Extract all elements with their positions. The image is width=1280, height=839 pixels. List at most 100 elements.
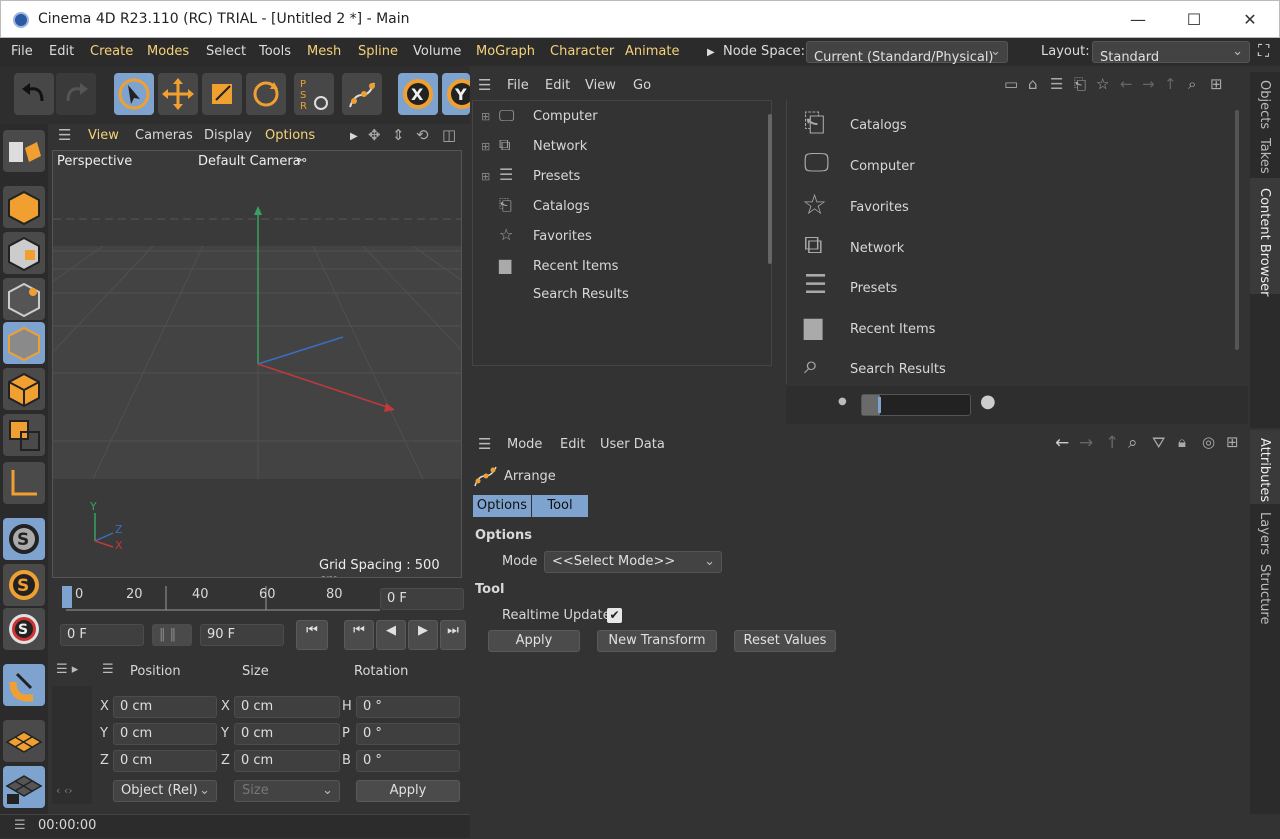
menu-volume[interactable]: Volume <box>413 44 461 59</box>
hamburger-icon[interactable]: ☰ <box>58 126 71 144</box>
cb-menu-go[interactable]: Go <box>633 78 651 93</box>
menu-animate[interactable]: Animate <box>625 44 679 59</box>
rotate-view-icon[interactable]: ⟲ <box>416 126 429 144</box>
attr-menu-edit[interactable]: Edit <box>560 437 585 452</box>
start-frame-field[interactable]: 0 F <box>60 624 144 646</box>
previous-key-button[interactable]: ⏮ <box>344 620 374 650</box>
current-frame-field[interactable]: 0 F <box>380 588 464 610</box>
tree-scrollbar[interactable] <box>766 100 774 366</box>
go-to-start-button[interactable]: ⏮ <box>296 620 328 650</box>
tab-content-browser[interactable]: Content Browser <box>1257 188 1272 297</box>
end-frame-field[interactable]: 90 F <box>200 624 284 646</box>
attr-search-icon[interactable]: ⌕ <box>1128 433 1138 453</box>
cb-menu-file[interactable]: File <box>507 78 529 93</box>
polygons-mode-button[interactable] <box>3 368 45 410</box>
list-item-recent-items[interactable]: Recent Items <box>850 322 935 337</box>
coord-apply-button[interactable]: Apply <box>356 780 460 802</box>
fullscreen-icon[interactable]: ⛶ <box>1258 41 1269 61</box>
next-frame-button[interactable]: ⏭ <box>440 620 466 650</box>
forward-arrow-icon[interactable]: → <box>1142 75 1155 93</box>
menu-spline[interactable]: Spline <box>358 44 398 59</box>
size-y-field[interactable]: 0 cm <box>234 723 340 745</box>
move-select-button[interactable] <box>114 73 154 115</box>
previous-frame-button[interactable]: ◀ <box>376 620 406 650</box>
menu-mograph[interactable]: MoGraph <box>476 44 535 59</box>
x-axis-lock-button[interactable]: X <box>398 73 438 115</box>
size-z-field[interactable]: 0 cm <box>234 750 340 772</box>
apply-button[interactable]: Apply <box>488 630 580 652</box>
catalog-icon[interactable]: ⎗ <box>1074 75 1086 93</box>
rotate-tool-button[interactable] <box>246 73 286 115</box>
tab-options[interactable]: Options <box>473 495 531 517</box>
tab-tool[interactable]: Tool <box>532 495 588 517</box>
tree-item-catalogs[interactable]: Catalogs <box>533 199 590 214</box>
rotation-b-field[interactable]: 0 ° <box>356 750 460 772</box>
play-button[interactable]: ▶ <box>408 620 438 650</box>
mode-select[interactable]: <<Select Mode>> ⌄ <box>544 551 722 573</box>
tree-item-network[interactable]: Network <box>533 139 587 154</box>
list-item-catalogs[interactable]: Catalogs <box>850 118 907 133</box>
home-icon[interactable]: ⌂ <box>1028 75 1038 93</box>
edges-mode-button[interactable] <box>3 322 45 364</box>
position-z-field[interactable]: 0 cm <box>113 750 217 772</box>
tab-objects[interactable]: Objects <box>1257 80 1272 129</box>
locked-workplane-button[interactable] <box>3 766 45 808</box>
size-mode-select[interactable]: Size ⌄ <box>234 780 340 802</box>
solo-button[interactable]: S <box>3 518 45 560</box>
tree-item-favorites[interactable]: Favorites <box>533 229 592 244</box>
cb-menu-view[interactable]: View <box>585 78 616 93</box>
switch-view-icon[interactable]: ◫ <box>442 126 456 144</box>
new-transform-button[interactable]: New Transform <box>597 630 717 652</box>
menu-create[interactable]: Create <box>90 44 133 59</box>
list-item-network[interactable]: Network <box>850 241 904 256</box>
list-item-presets[interactable]: Presets <box>850 281 897 296</box>
tree-item-presets[interactable]: Presets <box>533 169 580 184</box>
tree-item-search-results[interactable]: Search Results <box>533 287 629 302</box>
cb-menu-edit[interactable]: Edit <box>545 78 570 93</box>
attr-menu-mode[interactable]: Mode <box>507 437 542 452</box>
solo-off-button[interactable]: S <box>3 608 45 650</box>
menu-character[interactable]: Character <box>550 44 614 59</box>
snap-button[interactable] <box>3 664 45 706</box>
presets-icon[interactable]: ☰ <box>1050 75 1063 93</box>
reset-values-button[interactable]: Reset Values <box>734 630 836 652</box>
points-mode-button[interactable] <box>3 278 45 320</box>
menu-select[interactable]: Select <box>206 44 246 59</box>
large-size-dot-icon[interactable]: ● <box>980 391 996 412</box>
menu-file[interactable]: File <box>11 44 33 59</box>
psr-button[interactable]: PSR <box>294 73 334 115</box>
tab-layers[interactable]: Layers <box>1257 512 1272 555</box>
coordinate-mode-select[interactable]: Object (Rel) ⌄ <box>113 780 217 802</box>
tree-expand-icon[interactable]: ⊞ <box>481 170 490 183</box>
viewport-menu-display[interactable]: Display <box>204 128 252 143</box>
solo-hierarchy-button[interactable]: S <box>3 564 45 606</box>
tab-structure[interactable]: Structure <box>1257 564 1272 624</box>
position-x-field[interactable]: 0 cm <box>113 696 217 718</box>
arrange-tool-button[interactable] <box>342 73 382 115</box>
search-icon[interactable]: ⌕ <box>1188 75 1196 93</box>
attr-new-panel-icon[interactable]: ⊞ <box>1226 433 1239 451</box>
uv-mode-button[interactable] <box>3 414 45 456</box>
redo-button[interactable] <box>56 73 96 115</box>
undo-button[interactable] <box>14 73 54 115</box>
move-tool-button[interactable] <box>158 73 198 115</box>
viewport-menu-options[interactable]: Options <box>265 128 315 143</box>
attr-menu-user-data[interactable]: User Data <box>600 437 665 452</box>
node-space-select[interactable]: Current (Standard/Physical) ⌄ <box>806 41 1008 65</box>
viewport-overflow-arrow-icon[interactable]: ▶ <box>350 131 358 142</box>
filter-icon[interactable]: ⛛ <box>1152 433 1165 453</box>
menu-tools[interactable]: Tools <box>259 44 291 59</box>
list-scrollbar[interactable] <box>1232 100 1242 384</box>
camera-icon[interactable]: ⚯ <box>297 154 306 167</box>
y-axis-lock-button[interactable]: Y <box>442 73 470 115</box>
layout-select[interactable]: Standard ⌄ <box>1092 41 1250 65</box>
menu-edit[interactable]: Edit <box>49 44 74 59</box>
scale-tool-button[interactable] <box>202 73 242 115</box>
realtime-update-checkbox[interactable]: ✔ <box>607 608 622 623</box>
tab-attributes[interactable]: Attributes <box>1257 438 1272 502</box>
list-item-computer[interactable]: Computer <box>850 159 915 174</box>
make-editable-button[interactable] <box>3 130 45 172</box>
axis-mode-button[interactable] <box>3 462 45 504</box>
minimize-panel-icon[interactable]: ▭ <box>1004 75 1018 93</box>
tab-takes[interactable]: Takes <box>1257 138 1272 174</box>
